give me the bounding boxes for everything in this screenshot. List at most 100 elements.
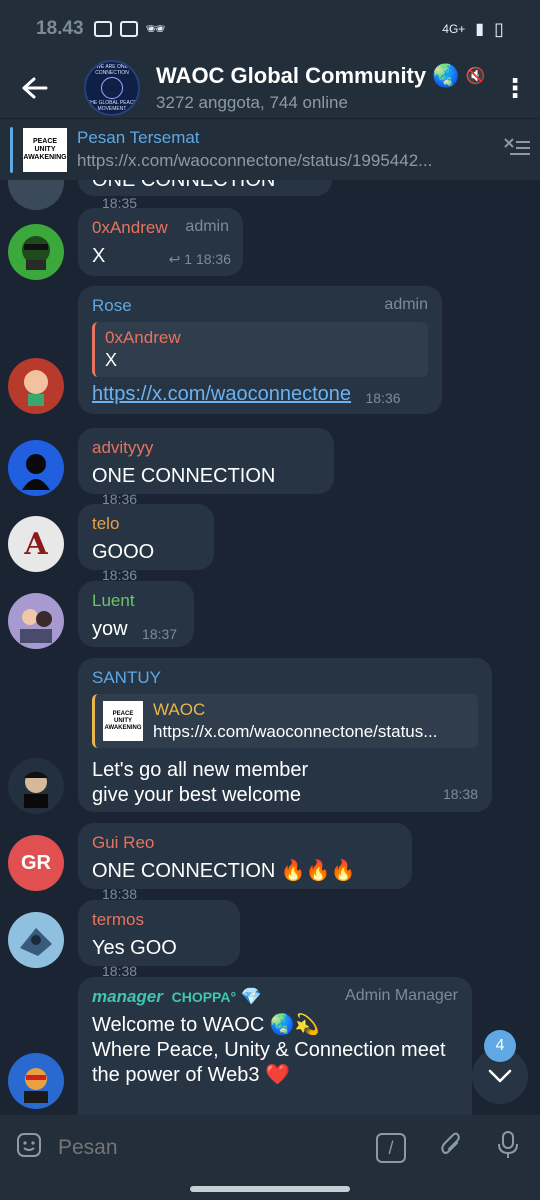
back-arrow-icon[interactable]	[0, 58, 70, 118]
sender-row: termos	[92, 910, 226, 930]
network-type: 4G+	[442, 22, 466, 36]
sender-name[interactable]: telo	[92, 514, 119, 534]
attach-icon[interactable]	[426, 1131, 476, 1166]
sender-row: advityyy	[92, 438, 320, 458]
message-bubble[interactable]: Rose admin 0xAndrew X https://x.com/waoc…	[78, 286, 442, 414]
sender-role: admin	[384, 296, 428, 313]
avatar[interactable]: A	[8, 516, 64, 572]
sender-name: manager	[92, 987, 163, 1006]
avatar[interactable]	[8, 912, 64, 968]
avatar[interactable]	[8, 224, 64, 280]
avatar[interactable]	[8, 593, 64, 649]
bot-command-icon[interactable]: /	[376, 1133, 406, 1163]
preview-site-name: WAOC	[153, 700, 206, 719]
sender-name-group[interactable]: manager CHOPPA° 💎	[92, 987, 262, 1007]
message-bubble[interactable]: termos Yes GOO 18:38	[78, 900, 240, 979]
message-bubble[interactable]: manager CHOPPA° 💎 Admin Manager Welcome …	[78, 977, 472, 1115]
message-text: ONE CONNECTION	[92, 180, 276, 191]
sender-row: Luent	[92, 591, 180, 611]
avatar-subtext: THE GLOBAL PEACE MOVEMENT	[87, 100, 137, 112]
sender-row: manager CHOPPA° 💎 Admin Manager	[92, 987, 458, 1007]
unread-badge: 4	[484, 1030, 516, 1062]
avatar-text: WE ARE ONE CONNECTION	[95, 64, 129, 76]
status-bar: 18.43 🕶 4G+ ▮ ▯	[0, 0, 540, 58]
message-text-line: Welcome to WAOC 🌏💫	[92, 1014, 320, 1036]
avatar[interactable]	[8, 1053, 64, 1109]
message-link[interactable]: https://x.com/waoconnectone	[92, 383, 351, 405]
reply-sender: 0xAndrew	[105, 328, 181, 347]
avatar[interactable]	[8, 440, 64, 496]
more-menu-icon[interactable]: ⋮	[490, 73, 540, 104]
message-text-line: the power of Web3 ❤️	[92, 1064, 290, 1086]
globe-icon	[101, 77, 123, 99]
avatar[interactable]	[8, 758, 64, 814]
reply-arrow-icon: ↩	[168, 251, 181, 267]
diamond-icon: 💎	[240, 987, 262, 1006]
reply-count[interactable]: 1	[184, 251, 192, 267]
sender-name[interactable]: termos	[92, 910, 144, 930]
message-meta: ↩ 1 18:36	[169, 251, 231, 268]
gallery-icon	[93, 21, 112, 37]
microphone-icon[interactable]	[476, 1130, 540, 1167]
battery-icon: ▯	[494, 18, 504, 39]
message-text: yow	[92, 618, 128, 640]
incognito-icon: 🕶	[145, 21, 166, 38]
status-notification-icons: 🕶	[93, 19, 166, 39]
message-bubble[interactable]: telo GOOO 18:36	[78, 504, 214, 583]
signal-icon: ▮	[475, 21, 485, 38]
message-time: 18:36	[195, 251, 231, 267]
message-text-line: give your best welcome	[92, 784, 301, 806]
message-text: Yes GOO	[92, 937, 177, 959]
group-avatar[interactable]: WE ARE ONE CONNECTION THE GLOBAL PEACE M…	[84, 60, 140, 116]
avatar[interactable]: GR	[8, 835, 64, 891]
sticker-icon[interactable]	[0, 1131, 58, 1166]
message-time: 18:36	[365, 390, 401, 406]
home-gesture-pill[interactable]	[190, 1186, 350, 1192]
preview-url: https://x.com/waoconnectone/status...	[153, 722, 438, 741]
pinned-label: Pesan Tersemat	[77, 128, 200, 147]
chat-area[interactable]: ONE CONNECTION 18:35 0xAndrew admin X ↩ …	[0, 180, 540, 1115]
link-preview[interactable]: PEACE UNITY AWAKENING WAOC https://x.com…	[92, 694, 478, 748]
header-info[interactable]: WAOC Global Community 🌏 🔇 3272 anggota, …	[156, 63, 490, 113]
reply-quote[interactable]: 0xAndrew X	[92, 322, 428, 377]
message-input[interactable]	[58, 1136, 376, 1160]
message-text-line: Where Peace, Unity & Connection meet	[92, 1039, 446, 1061]
pin-indicator	[10, 126, 13, 173]
chat-title: WAOC Global Community 🌏 🔇	[156, 63, 490, 89]
sender-name[interactable]: advityyy	[92, 438, 153, 458]
message-bubble[interactable]: ONE CONNECTION 18:35	[78, 180, 332, 211]
message-text: ONE CONNECTION	[92, 465, 276, 487]
sender-name[interactable]: Gui Reo	[92, 833, 154, 853]
sender-row: Rose admin	[92, 296, 428, 316]
message-time: 18:37	[142, 626, 178, 642]
message-bubble[interactable]: Luent yow 18:37	[78, 581, 194, 647]
avatar[interactable]	[8, 358, 64, 414]
sender-name[interactable]: SANTUY	[92, 668, 161, 688]
sender-name[interactable]: Rose	[92, 296, 132, 316]
message-time: 18:38	[442, 786, 478, 802]
chat-header: WE ARE ONE CONNECTION THE GLOBAL PEACE M…	[0, 58, 540, 118]
mute-icon: 🔇	[465, 68, 486, 85]
sender-row: telo	[92, 514, 200, 534]
avatar[interactable]	[8, 180, 64, 210]
message-bubble[interactable]: 0xAndrew admin X ↩ 1 18:36	[78, 208, 243, 276]
chat-title-text: WAOC Global Community	[156, 63, 427, 88]
sender-name[interactable]: Luent	[92, 591, 135, 611]
pinned-message[interactable]: PEACE UNITY AWAKENING Pesan Tersemat htt…	[0, 118, 540, 180]
pinned-text: Pesan Tersemat https://x.com/waoconnecto…	[77, 128, 494, 171]
message-bubble[interactable]: advityyy ONE CONNECTION 18:36	[78, 428, 334, 507]
reply-text: X	[105, 350, 118, 370]
message-text: X	[92, 245, 106, 267]
pinned-url: https://x.com/waoconnectone/status/19954…	[77, 151, 433, 170]
globe-emoji: 🌏	[432, 63, 460, 88]
message-text-line: Let's go all new member	[92, 759, 309, 781]
message-bubble[interactable]: SANTUY PEACE UNITY AWAKENING WAOC https:…	[78, 658, 492, 812]
status-time: 18.43	[36, 18, 84, 39]
sender-row: SANTUY	[92, 668, 478, 688]
sender-name[interactable]: 0xAndrew	[92, 218, 168, 238]
sender-role: Admin Manager	[345, 987, 458, 1004]
message-bubble[interactable]: Gui Reo ONE CONNECTION 🔥🔥🔥 18:38	[78, 823, 412, 902]
pinned-list-icon[interactable]	[494, 136, 540, 164]
sender-row: 0xAndrew admin	[92, 218, 229, 238]
image-icon	[119, 21, 138, 37]
